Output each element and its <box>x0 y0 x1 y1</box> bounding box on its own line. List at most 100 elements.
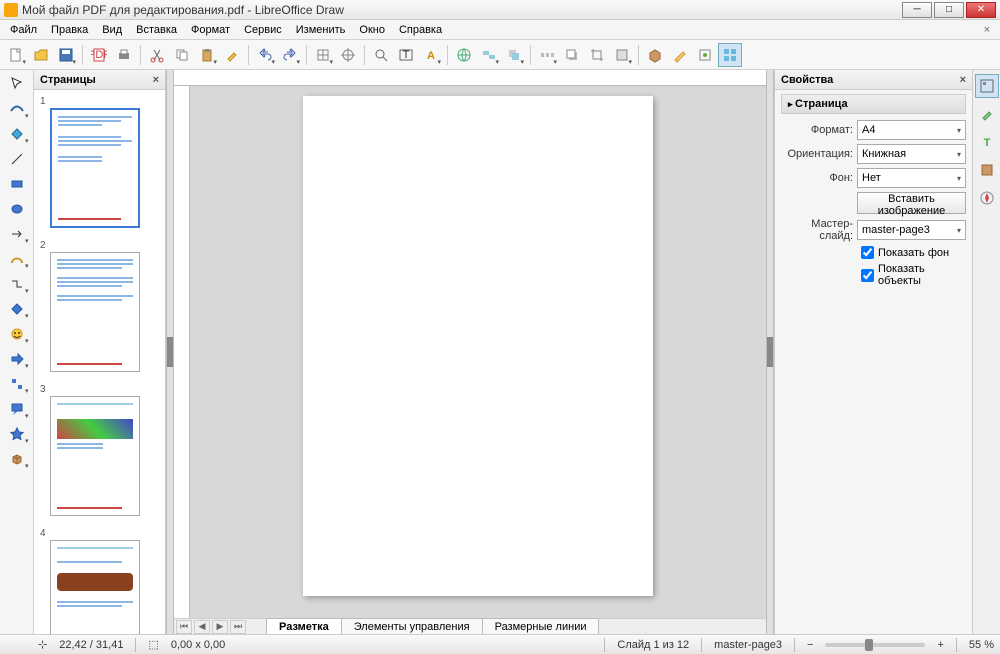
minimize-button[interactable]: ─ <box>902 2 932 18</box>
undo-button[interactable] <box>253 43 277 67</box>
crop-button[interactable] <box>585 43 609 67</box>
pages-panel-title: Страницы <box>40 74 96 86</box>
fontwork-button[interactable]: A <box>419 43 443 67</box>
page-thumb-4[interactable] <box>50 540 140 634</box>
3d-objects-tool[interactable] <box>3 447 31 471</box>
page-thumb-3[interactable] <box>50 396 140 516</box>
line-color-tool[interactable] <box>3 97 31 121</box>
distribute-button[interactable] <box>535 43 559 67</box>
background-select[interactable]: Нет <box>857 168 966 188</box>
connector-tool[interactable] <box>3 272 31 296</box>
callout-tool[interactable] <box>3 397 31 421</box>
menubar-close-icon[interactable]: × <box>978 24 996 36</box>
insert-image-button[interactable]: Вставить изображение <box>857 192 966 214</box>
zoom-in-button[interactable]: + <box>937 639 943 651</box>
last-slide-button[interactable]: ⏭ <box>230 620 246 634</box>
prev-slide-button[interactable]: ◀ <box>194 620 210 634</box>
first-slide-button[interactable]: ⏮ <box>176 620 192 634</box>
workspace[interactable] <box>190 86 766 618</box>
vertical-ruler[interactable] <box>174 86 190 618</box>
redo-button[interactable] <box>278 43 302 67</box>
menu-format[interactable]: Формат <box>185 22 236 38</box>
format-select[interactable]: A4 <box>857 120 966 140</box>
sidebar-navigator-icon[interactable] <box>975 158 999 182</box>
maximize-button[interactable]: □ <box>934 2 964 18</box>
textbox-button[interactable]: T <box>394 43 418 67</box>
select-tool[interactable] <box>3 72 31 96</box>
pages-panel-close-icon[interactable]: × <box>153 74 159 86</box>
fill-color-tool[interactable] <box>3 122 31 146</box>
page-canvas[interactable] <box>303 96 653 596</box>
vertical-toolbar <box>0 70 34 634</box>
zoom-out-button[interactable]: − <box>807 639 813 651</box>
toggle-edit-button[interactable] <box>668 43 692 67</box>
props-splitter[interactable] <box>766 70 774 634</box>
copy-button[interactable] <box>170 43 194 67</box>
align-button[interactable] <box>477 43 501 67</box>
curve-tool[interactable] <box>3 247 31 271</box>
sidebar-gallery-icon[interactable]: T <box>975 130 999 154</box>
menu-tools[interactable]: Сервис <box>238 22 288 38</box>
grid-button[interactable] <box>311 43 335 67</box>
ellipse-tool[interactable] <box>3 197 31 221</box>
arrow-tool[interactable] <box>3 222 31 246</box>
menu-window[interactable]: Окно <box>353 22 391 38</box>
tab-dimension-lines[interactable]: Размерные линии <box>482 618 600 634</box>
line-tool[interactable] <box>3 147 31 171</box>
star-tool[interactable] <box>3 422 31 446</box>
menu-view[interactable]: Вид <box>96 22 128 38</box>
menu-file[interactable]: Файл <box>4 22 43 38</box>
shadow-button[interactable] <box>560 43 584 67</box>
menu-modify[interactable]: Изменить <box>290 22 352 38</box>
tab-layout[interactable]: Разметка <box>266 618 342 634</box>
extrusion-button[interactable] <box>643 43 667 67</box>
glue-points-button[interactable] <box>693 43 717 67</box>
zoom-button[interactable] <box>369 43 393 67</box>
page-thumbnails[interactable]: 1 2 3 4 5 <box>34 90 165 634</box>
open-button[interactable] <box>29 43 53 67</box>
horizontal-ruler[interactable] <box>174 70 766 86</box>
menu-help[interactable]: Справка <box>393 22 448 38</box>
svg-text:PDF: PDF <box>91 49 107 61</box>
show-background-checkbox[interactable] <box>861 246 874 259</box>
format-paintbrush-button[interactable] <box>220 43 244 67</box>
new-document-button[interactable] <box>4 43 28 67</box>
show-background-label: Показать фон <box>878 247 949 259</box>
next-slide-button[interactable]: ▶ <box>212 620 228 634</box>
canvas-area: ⏮ ◀ ▶ ⏭ Разметка Элементы управления Раз… <box>174 70 766 634</box>
show-draw-functions-button[interactable] <box>718 43 742 67</box>
master-slide-select[interactable]: master-page3 <box>857 220 966 240</box>
flowchart-tool[interactable] <box>3 372 31 396</box>
paste-button[interactable] <box>195 43 219 67</box>
cut-button[interactable] <box>145 43 169 67</box>
show-objects-checkbox[interactable] <box>861 269 874 282</box>
tab-controls[interactable]: Элементы управления <box>341 618 483 634</box>
hyperlink-button[interactable] <box>452 43 476 67</box>
zoom-slider[interactable] <box>825 643 925 647</box>
sidebar-compass-icon[interactable] <box>975 186 999 210</box>
main-toolbar: PDF T A <box>0 40 1000 70</box>
symbol-shapes-tool[interactable] <box>3 322 31 346</box>
pages-splitter[interactable] <box>166 70 174 634</box>
arrange-button[interactable] <box>502 43 526 67</box>
sidebar-styles-icon[interactable] <box>975 102 999 126</box>
page-thumb-1[interactable] <box>50 108 140 228</box>
block-arrows-tool[interactable] <box>3 347 31 371</box>
print-button[interactable] <box>112 43 136 67</box>
properties-panel-close-icon[interactable]: × <box>960 74 966 86</box>
close-button[interactable]: ✕ <box>966 2 996 18</box>
sidebar-properties-icon[interactable] <box>975 74 999 98</box>
helplines-button[interactable] <box>336 43 360 67</box>
rectangle-tool[interactable] <box>3 172 31 196</box>
section-page[interactable]: Страница <box>781 94 966 114</box>
status-zoom: 55 % <box>969 639 994 651</box>
export-pdf-button[interactable]: PDF <box>87 43 111 67</box>
menu-edit[interactable]: Правка <box>45 22 94 38</box>
page-thumb-2[interactable] <box>50 252 140 372</box>
menu-insert[interactable]: Вставка <box>130 22 183 38</box>
save-button[interactable] <box>54 43 78 67</box>
filter-button[interactable] <box>610 43 634 67</box>
svg-text:A: A <box>427 50 435 62</box>
basic-shapes-tool[interactable] <box>3 297 31 321</box>
orientation-select[interactable]: Книжная <box>857 144 966 164</box>
